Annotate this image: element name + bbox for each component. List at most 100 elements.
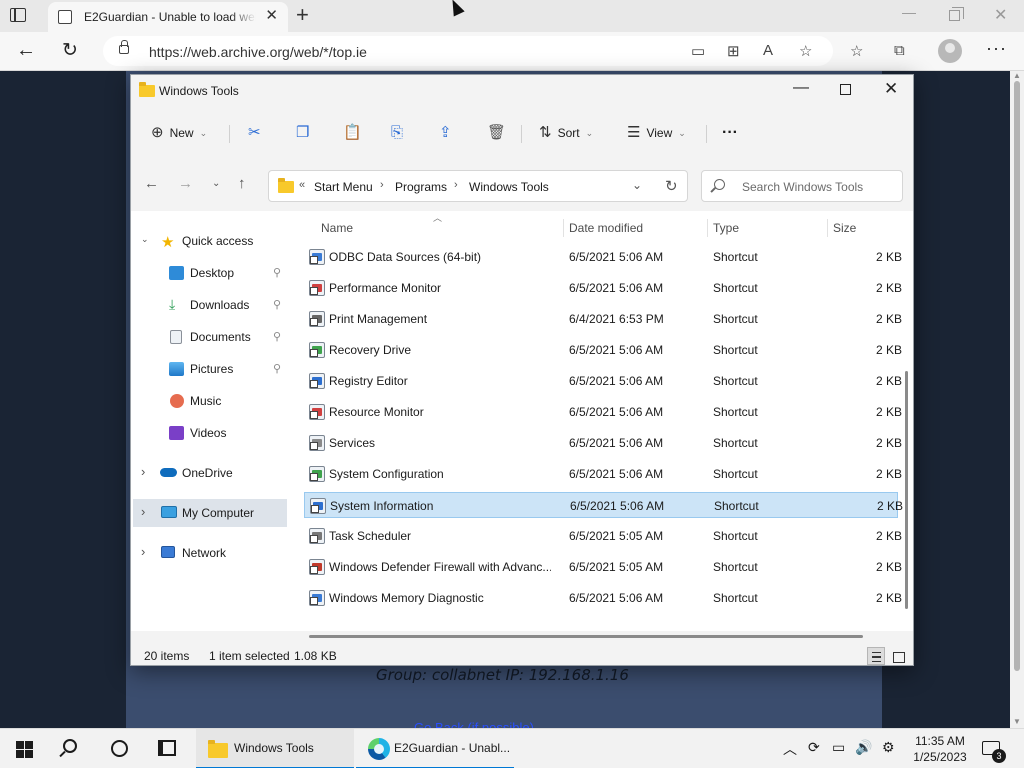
column-date-modified[interactable]: Date modified	[569, 221, 643, 235]
file-row[interactable]: System Configuration 6/5/2021 5:06 AM Shor…	[304, 461, 902, 487]
horizontal-scroll-thumb[interactable]	[309, 635, 863, 638]
taskbar-app-edge[interactable]: E2Guardian - Unabl...	[356, 729, 514, 768]
taskbar-app-windows-tools[interactable]: Windows Tools	[196, 729, 354, 768]
profile-avatar[interactable]	[938, 39, 962, 63]
column-name[interactable]: Name	[321, 221, 353, 235]
maximize-icon[interactable]	[840, 84, 851, 95]
read-aloud-icon[interactable]: A	[763, 42, 773, 59]
chevron-down-icon[interactable]: ⌄	[632, 178, 642, 192]
share-button[interactable]: ⇪	[439, 121, 452, 145]
more-options-icon[interactable]: ···	[986, 38, 1007, 59]
file-row[interactable]: Windows Defender Firewall with Advanc...…	[304, 554, 902, 580]
new-button[interactable]: ⊕ New ⌄	[151, 121, 207, 145]
nav-music[interactable]: Music	[133, 387, 287, 415]
favorites-icon[interactable]: ☆	[850, 42, 863, 60]
browser-restore-icon[interactable]	[949, 7, 964, 21]
start-windows-icon[interactable]	[16, 741, 33, 758]
file-row[interactable]: System Information 6/5/2021 5:06 AM Shortc…	[304, 492, 903, 518]
close-tab-icon[interactable]: ✕	[265, 8, 278, 24]
tab-actions-icon[interactable]	[10, 8, 26, 22]
horizontal-scrollbar[interactable]	[309, 635, 869, 641]
settings-gear-icon[interactable]: ⚙	[882, 739, 895, 756]
column-divider[interactable]	[707, 219, 708, 237]
explorer-title-bar[interactable]: Windows Tools — ✕	[131, 75, 913, 107]
scroll-up-icon[interactable]: ▲	[1013, 71, 1021, 80]
lock-icon[interactable]	[119, 40, 129, 54]
refresh-icon[interactable]: ↻	[62, 39, 78, 62]
file-row[interactable]: ODBC Data Sources (64-bit) 6/5/2021 5:06 …	[304, 244, 902, 270]
close-icon[interactable]: ✕	[884, 79, 898, 99]
column-divider[interactable]	[563, 219, 564, 237]
view-button[interactable]: ☰ View ⌄	[627, 121, 686, 145]
breadcrumb[interactable]: « Start Menu › Programs › Windows Tools …	[268, 170, 688, 202]
go-back-link[interactable]: Go Back (if possible)	[414, 720, 534, 728]
file-row[interactable]: Services 6/5/2021 5:06 AM Shortcut 2 KB	[304, 430, 902, 456]
chevron-right-icon[interactable]: ›	[141, 464, 145, 479]
cortana-icon[interactable]	[111, 740, 128, 757]
file-row[interactable]: Resource Monitor 6/5/2021 5:06 AM Shortcut…	[304, 399, 902, 425]
refresh-icon[interactable]: ↻	[665, 177, 678, 195]
nav-network[interactable]: › Network	[133, 539, 287, 567]
nav-pictures[interactable]: Pictures ⚲	[133, 355, 287, 383]
breadcrumb-start-menu[interactable]: Start Menu	[314, 180, 373, 194]
column-divider[interactable]	[827, 219, 828, 237]
nav-desktop[interactable]: Desktop ⚲	[133, 259, 287, 287]
url-text[interactable]: https://web.archive.org/web/*/top.ie	[149, 44, 367, 60]
chevron-right-icon[interactable]: ›	[141, 504, 145, 519]
apps-icon[interactable]: ⊞	[727, 42, 740, 60]
browser-tab[interactable]: E2Guardian - Unable to load web page ✕	[48, 2, 288, 32]
show-hidden-icons-icon[interactable]: ︿	[783, 739, 797, 759]
column-type[interactable]: Type	[713, 221, 739, 235]
file-row[interactable]: Performance Monitor 6/5/2021 5:06 AM Short…	[304, 275, 902, 301]
search-input[interactable]: Search Windows Tools	[701, 170, 903, 202]
address-bar[interactable]: https://web.archive.org/web/*/top.ie ▭ ⊞…	[103, 36, 833, 66]
add-favorite-icon[interactable]: ☆	[799, 42, 812, 60]
nav-videos[interactable]: Videos	[133, 419, 287, 447]
rename-button[interactable]: ⎘	[391, 121, 403, 145]
details-view-icon[interactable]	[867, 647, 885, 665]
copy-button[interactable]: ❐	[296, 121, 309, 145]
breadcrumb-programs[interactable]: Programs	[395, 180, 447, 194]
paste-button[interactable]: 📋	[343, 121, 362, 145]
nav-my-computer[interactable]: › My Computer	[133, 499, 287, 527]
network-tray-icon[interactable]: ▭	[832, 739, 845, 756]
minimize-icon[interactable]: —	[793, 79, 809, 97]
delete-button[interactable]: 🗑	[487, 121, 506, 145]
column-size[interactable]: Size	[833, 221, 856, 235]
file-row[interactable]: Task Scheduler 6/5/2021 5:05 AM Shortcut 2 …	[304, 523, 902, 549]
page-scrollbar[interactable]: ▲ ▼	[1010, 71, 1024, 728]
new-tab-icon[interactable]: +	[296, 3, 309, 27]
system-clock[interactable]: 11:35 AM 1/25/2023	[908, 733, 972, 765]
nav-onedrive[interactable]: › OneDrive	[133, 459, 287, 487]
forward-arrow-icon[interactable]: →	[178, 175, 193, 192]
chevron-down-icon[interactable]: ⌄	[141, 234, 149, 245]
immersive-reader-icon[interactable]: ▭	[691, 42, 705, 60]
file-row[interactable]: Print Management 6/4/2021 6:53 PM Shortcut…	[304, 306, 902, 332]
nav-downloads[interactable]: ⤓ Downloads ⚲	[133, 291, 287, 319]
file-row[interactable]: Recovery Drive 6/5/2021 5:06 AM Shortcut 2 …	[304, 337, 902, 363]
breadcrumb-windows-tools[interactable]: Windows Tools	[469, 180, 549, 194]
scroll-down-icon[interactable]: ▼	[1013, 717, 1021, 726]
up-arrow-icon[interactable]: ↑	[238, 175, 246, 192]
recent-locations-icon[interactable]: ⌄	[212, 178, 220, 189]
back-arrow-icon[interactable]: ←	[16, 39, 36, 62]
sort-button[interactable]: ⇅ Sort ⌄	[539, 121, 593, 145]
file-list-scrollbar[interactable]	[903, 211, 911, 631]
tiles-view-icon[interactable]	[889, 647, 907, 665]
cut-button[interactable]: ✂	[248, 121, 261, 145]
more-button[interactable]: ···	[722, 121, 738, 145]
collections-icon[interactable]: ⧉	[894, 42, 905, 59]
file-row[interactable]: Windows Memory Diagnostic 6/5/2021 5:06 A…	[304, 585, 902, 611]
browser-close-icon[interactable]: ✕	[994, 5, 1007, 25]
task-view-icon[interactable]	[158, 740, 176, 756]
file-list-scroll-thumb[interactable]	[905, 371, 908, 609]
chevron-right-icon[interactable]: ›	[141, 544, 145, 559]
back-arrow-icon[interactable]: ←	[144, 175, 159, 192]
nav-quick-access[interactable]: ⌄ ★ Quick access	[133, 227, 287, 255]
page-scroll-thumb[interactable]	[1014, 81, 1020, 671]
file-row[interactable]: Registry Editor 6/5/2021 5:06 AM Shortcut 2…	[304, 368, 902, 394]
sync-alert-icon[interactable]: ⟳	[808, 739, 820, 756]
overflow-icon[interactable]: «	[299, 179, 305, 191]
browser-minimize-icon[interactable]: —	[902, 4, 916, 20]
nav-documents[interactable]: Documents ⚲	[133, 323, 287, 351]
